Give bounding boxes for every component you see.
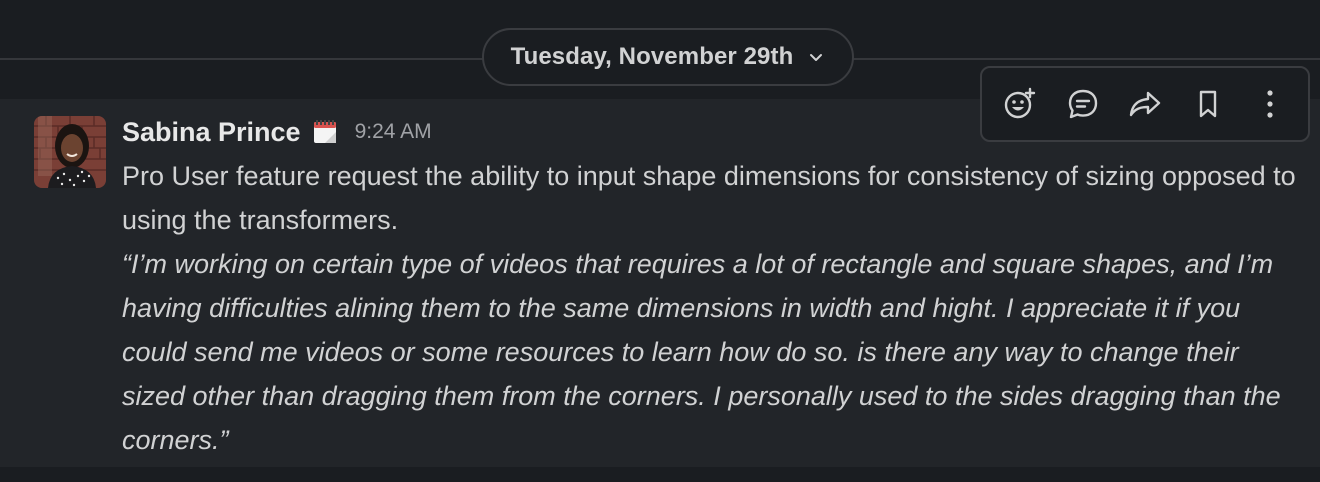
reply-in-thread-button[interactable]	[1059, 80, 1107, 128]
avatar[interactable]	[34, 116, 106, 188]
date-divider-button[interactable]: Tuesday, November 29th	[482, 28, 854, 86]
more-actions-icon	[1253, 87, 1287, 121]
sender-name[interactable]: Sabina Prince	[122, 117, 301, 148]
message-header: Sabina Prince 9:24 AM	[122, 112, 432, 152]
calendar-icon[interactable]	[311, 118, 339, 146]
add-reaction-button[interactable]	[996, 80, 1044, 128]
message-action-toolbar	[980, 66, 1310, 142]
chevron-down-icon	[807, 48, 825, 66]
forward-message-icon	[1128, 87, 1162, 121]
message-text: Pro User feature request the ability to …	[122, 161, 1296, 235]
message-timestamp[interactable]: 9:24 AM	[355, 120, 432, 144]
reply-in-thread-icon	[1066, 87, 1100, 121]
more-actions-button[interactable]	[1246, 80, 1294, 128]
bookmark-icon	[1191, 87, 1225, 121]
message-quote: “I’m working on certain type of videos t…	[122, 249, 1281, 455]
message-body: Pro User feature request the ability to …	[122, 154, 1302, 462]
save-for-later-button[interactable]	[1184, 80, 1232, 128]
forward-message-button[interactable]	[1121, 80, 1169, 128]
date-divider-label: Tuesday, November 29th	[510, 43, 794, 70]
add-reaction-icon	[1003, 87, 1037, 121]
